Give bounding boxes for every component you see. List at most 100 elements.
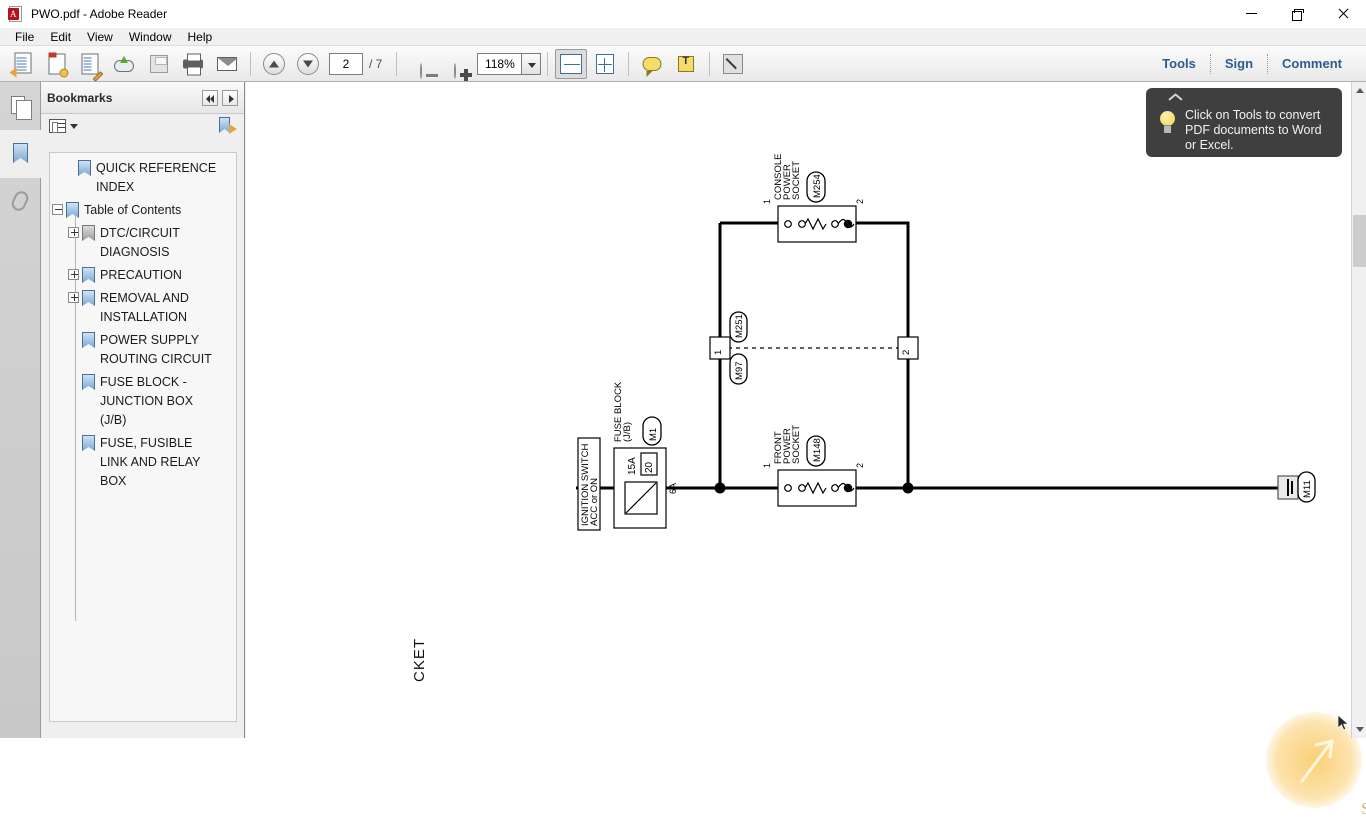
attachments-icon — [9, 188, 31, 214]
restore-icon — [1292, 8, 1304, 21]
connector-m11-label: M11 — [1302, 480, 1313, 498]
console-socket-label-line3: SOCKET — [791, 161, 802, 200]
fit-page-button[interactable] — [589, 49, 621, 79]
front-socket-pin-1: 1 — [762, 463, 772, 468]
inline-connector-right-pin: 2 — [901, 350, 912, 355]
expand-toggle-icon[interactable] — [68, 269, 79, 280]
tooltip-text: Click on Tools to convert PDF documents … — [1185, 108, 1322, 152]
highlight-text-button[interactable] — [670, 49, 702, 79]
bookmark-label: QUICK REFERENCE INDEX — [96, 161, 217, 194]
zoom-in-icon — [454, 62, 457, 79]
maximize-button[interactable] — [1274, 0, 1320, 28]
expand-toggle-icon[interactable] — [68, 227, 79, 238]
arrow-down-icon — [297, 52, 319, 75]
scroll-down-button[interactable] — [1352, 722, 1366, 738]
bookmark-icon — [82, 290, 95, 306]
fit-width-button[interactable] — [555, 48, 588, 79]
sticky-note-button[interactable] — [636, 49, 668, 79]
zoom-in-button[interactable] — [438, 49, 470, 79]
page-total-label: / 7 — [369, 56, 383, 71]
zoom-value[interactable]: 118% — [477, 52, 522, 75]
page-number-input[interactable]: 2 — [329, 52, 363, 75]
text-highlight-icon — [678, 55, 695, 72]
bookmark-item-precaution[interactable]: PRECAUTION — [50, 264, 236, 287]
next-page-button[interactable] — [292, 49, 324, 79]
menu-file[interactable]: File — [7, 28, 42, 46]
rail-attachments[interactable] — [0, 178, 41, 226]
bookmark-label: Table of Contents — [84, 203, 182, 217]
rail-page-thumbnails[interactable] — [0, 82, 41, 130]
bookmark-label: PRECAUTION — [100, 268, 182, 282]
export-bookmarks-icon[interactable] — [219, 117, 237, 135]
collapse-panel-button[interactable] — [202, 89, 218, 106]
bookmark-item-fuse-fusible-link-relay-box[interactable]: FUSE, FUSIBLE LINK AND RELAY BOX — [50, 432, 236, 493]
tools-button[interactable]: Tools — [1148, 48, 1210, 80]
pdf-page: CKET IGNITION SWITCH ACC or ON 20 15A FU… — [246, 82, 1366, 818]
bookmark-label: POWER SUPPLY ROUTING CIRCUIT — [100, 333, 212, 366]
menu-help[interactable]: Help — [180, 28, 221, 46]
expand-panel-button[interactable] — [222, 89, 238, 106]
bookmark-item-dtc-circuit-diagnosis[interactable]: DTC/CIRCUIT DIAGNOSIS — [50, 222, 236, 264]
scroll-thumb[interactable] — [1353, 215, 1366, 267]
bookmarks-tree[interactable]: QUICK REFERENCE INDEX Table of Contents … — [49, 152, 237, 722]
open-file-icon — [9, 52, 33, 77]
console-socket-pin-2: 2 — [855, 199, 865, 204]
menu-bar: File Edit View Window Help — [0, 28, 1366, 46]
bookmark-icon — [66, 202, 79, 218]
bookmarks-panel-header: Bookmarks — [41, 82, 244, 114]
tools-tooltip[interactable]: Click on Tools to convert PDF documents … — [1146, 88, 1342, 157]
zoom-out-button[interactable] — [404, 49, 436, 79]
toolbar-separator — [628, 51, 630, 76]
print-button[interactable] — [177, 49, 209, 79]
document-view[interactable]: CKET IGNITION SWITCH ACC or ON 20 15A FU… — [246, 82, 1366, 818]
menu-edit[interactable]: Edit — [42, 28, 79, 46]
scroll-up-button[interactable] — [1352, 82, 1366, 98]
fuse-rating: 15A — [627, 457, 638, 475]
previous-page-button[interactable] — [258, 49, 290, 79]
bookmark-label: FUSE BLOCK - JUNCTION BOX (J/B) — [100, 375, 194, 427]
read-mode-button[interactable] — [717, 49, 749, 79]
bookmarks-toolbar — [41, 114, 244, 138]
junction-dot — [902, 482, 914, 494]
toolbar-separator — [250, 51, 251, 76]
save-icon — [150, 54, 168, 73]
edit-pdf-button[interactable] — [75, 49, 107, 82]
chevron-down-icon[interactable] — [70, 123, 78, 129]
bookmark-item-fuse-block-junction-box[interactable]: FUSE BLOCK - JUNCTION BOX (J/B) — [50, 371, 236, 432]
ignition-switch-label-line2: ACC or ON — [589, 478, 600, 526]
close-button[interactable] — [1320, 0, 1366, 28]
upload-cloud-icon — [114, 55, 136, 73]
bookmark-options-icon[interactable] — [49, 119, 66, 133]
bookmark-item-table-of-contents[interactable]: Table of Contents — [50, 199, 236, 222]
email-button[interactable] — [211, 49, 243, 79]
bookmarks-panel-title: Bookmarks — [47, 90, 113, 105]
menu-view[interactable]: View — [79, 28, 121, 46]
edit-pdf-icon — [81, 52, 104, 82]
bookmark-item-power-supply-routing-circuit[interactable]: POWER SUPPLY ROUTING CIRCUIT — [50, 329, 236, 371]
comment-button[interactable]: Comment — [1268, 48, 1356, 80]
create-pdf-button[interactable] — [41, 49, 73, 79]
minimize-button[interactable] — [1228, 0, 1274, 28]
rail-bookmarks[interactable] — [0, 130, 41, 178]
connector-m97-label: M97 — [734, 362, 745, 380]
upload-cloud-button[interactable] — [109, 49, 141, 79]
vertical-scrollbar[interactable] — [1351, 82, 1366, 738]
toolbar-separator — [547, 51, 549, 76]
expand-arrows-icon — [723, 53, 744, 74]
zoom-control[interactable]: 118% — [477, 52, 542, 75]
collapse-toggle-icon[interactable] — [52, 204, 63, 215]
mouse-cursor — [1338, 715, 1349, 731]
adobe-reader-window: PWO.pdf - Adobe Reader File Edit View Wi… — [0, 0, 1366, 818]
junction-dot — [714, 482, 726, 494]
front-socket-label-line3: SOCKET — [791, 425, 802, 464]
open-file-button[interactable] — [7, 49, 39, 79]
sign-button[interactable]: Sign — [1211, 48, 1267, 80]
arrow-up-icon — [263, 52, 285, 75]
chevron-down-icon[interactable] — [521, 52, 542, 75]
expand-toggle-icon[interactable] — [68, 292, 79, 303]
zoom-out-icon — [420, 62, 423, 79]
bookmark-item-quick-reference-index[interactable]: QUICK REFERENCE INDEX — [50, 157, 236, 199]
save-button[interactable] — [143, 49, 175, 79]
bookmark-item-removal-and-installation[interactable]: REMOVAL AND INSTALLATION — [50, 287, 236, 329]
menu-window[interactable]: Window — [121, 28, 180, 46]
